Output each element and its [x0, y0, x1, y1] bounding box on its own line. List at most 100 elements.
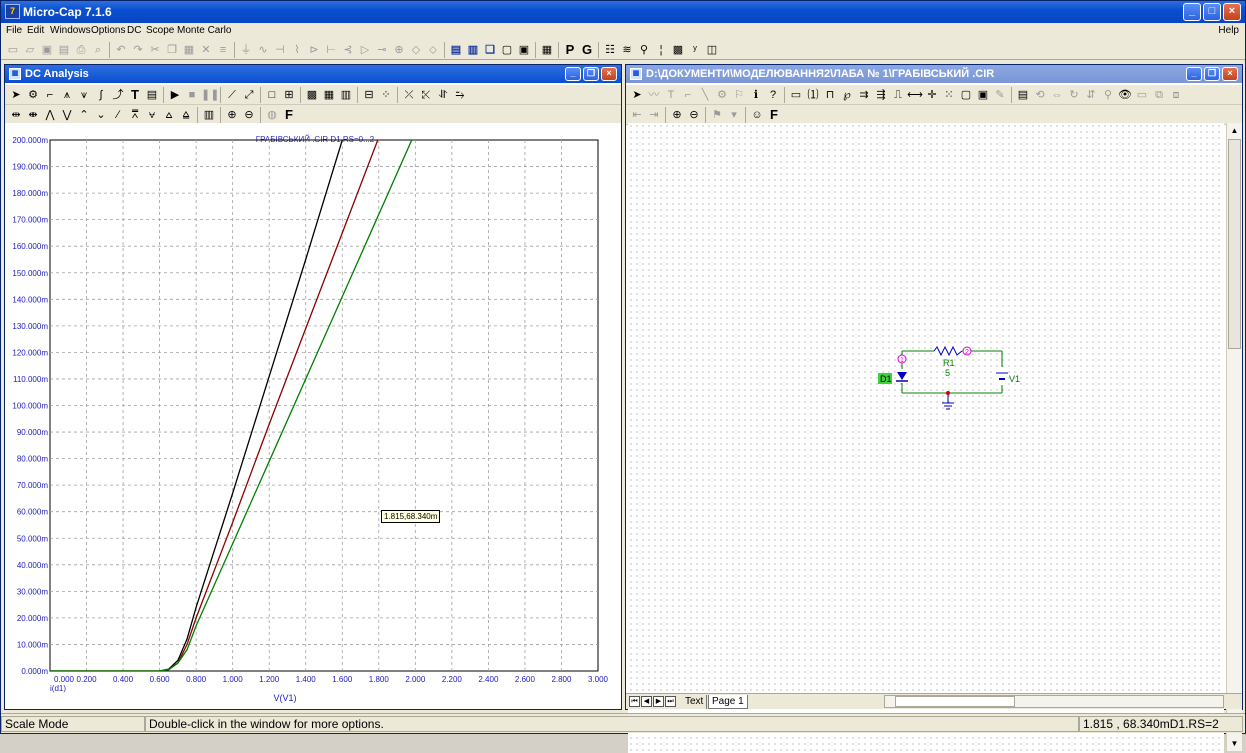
- menu-help[interactable]: Help: [1218, 25, 1239, 36]
- global-low-icon[interactable]: ⩝: [144, 107, 160, 123]
- rotate-icon[interactable]: ⟲: [1032, 87, 1048, 103]
- minimize-button[interactable]: _: [1183, 3, 1201, 21]
- slope-icon[interactable]: ∫: [93, 87, 109, 103]
- schem-close-button[interactable]: ×: [1222, 67, 1238, 81]
- node-voltages-icon[interactable]: ⎍: [890, 87, 906, 103]
- find-icon[interactable]: ⚲: [1100, 87, 1116, 103]
- tab-text[interactable]: Text: [682, 695, 708, 709]
- fill3-icon[interactable]: ▥: [338, 87, 354, 103]
- scroll-thumb[interactable]: [1228, 139, 1241, 349]
- dc-chart[interactable]: 0.000 0.200 0.400 0.600 0.800 1.000 1.200 1.400…: [5, 123, 621, 709]
- low-icon[interactable]: ⌄: [93, 107, 109, 123]
- properties-icon[interactable]: ▤: [144, 87, 160, 103]
- hscroll-thumb[interactable]: [895, 696, 1015, 707]
- diode-icon[interactable]: ⊳: [306, 42, 322, 58]
- schem-zoom-in-icon[interactable]: ⊕: [669, 107, 685, 123]
- calculator-icon[interactable]: ▦: [539, 42, 555, 58]
- point-tag-icon[interactable]: ⥯: [435, 87, 451, 103]
- toolbar-g-button[interactable]: G: [579, 42, 595, 58]
- waveform-icon[interactable]: ≋: [619, 42, 635, 58]
- current-source-icon[interactable]: ◇: [408, 42, 424, 58]
- schem-font-icon[interactable]: F: [766, 107, 782, 123]
- diagonal-wire-icon[interactable]: ╲: [697, 87, 713, 103]
- high-icon[interactable]: ⌃: [76, 107, 92, 123]
- menu-monte-carlo[interactable]: Monte Carlo: [177, 25, 231, 36]
- schematic-horizontal-scrollbar[interactable]: [884, 695, 1224, 708]
- ground-icon[interactable]: ⏚: [238, 42, 254, 58]
- select-all-icon[interactable]: ≡: [215, 42, 231, 58]
- performance-tag-icon[interactable]: ⤴: [110, 87, 126, 103]
- paste-icon[interactable]: ▦: [181, 42, 197, 58]
- menu-file[interactable]: File: [6, 25, 22, 36]
- scroll-down-icon[interactable]: ▼: [1227, 736, 1242, 751]
- scale-icon[interactable]: ⚙: [25, 87, 41, 103]
- print-icon[interactable]: ⎙: [73, 42, 89, 58]
- top-icon[interactable]: ⩟: [161, 107, 177, 123]
- new-file-icon[interactable]: ▭: [5, 42, 21, 58]
- animate-icon[interactable]: ◍: [264, 107, 280, 123]
- cross-icon[interactable]: ✛: [924, 87, 940, 103]
- run-icon[interactable]: ▶: [167, 87, 183, 103]
- probe-icon[interactable]: ⚲: [636, 42, 652, 58]
- node-numbers-icon[interactable]: ⑴: [805, 87, 821, 103]
- source-icon[interactable]: ⊕: [391, 42, 407, 58]
- window-icon[interactable]: ▢: [499, 42, 515, 58]
- prev-page-icon[interactable]: ◀: [641, 696, 652, 707]
- schem-minimize-button[interactable]: _: [1186, 67, 1202, 81]
- tile-vertical-icon[interactable]: ▥: [465, 42, 481, 58]
- title-block-icon[interactable]: ▣: [975, 87, 991, 103]
- dc-minimize-button[interactable]: _: [565, 67, 581, 81]
- menu-scope[interactable]: Scope: [146, 25, 174, 36]
- fill2-icon[interactable]: ▦: [321, 87, 337, 103]
- text-toggle-icon[interactable]: ▭: [788, 87, 804, 103]
- wire-mode-icon[interactable]: ⟷: [907, 87, 923, 103]
- fill-icon[interactable]: ▩: [304, 87, 320, 103]
- zoom-in-icon[interactable]: ⊕: [224, 107, 240, 123]
- first-page-icon[interactable]: ⏮: [629, 696, 640, 707]
- graphics-icon[interactable]: ⚙: [714, 87, 730, 103]
- copy-icon[interactable]: ❐: [164, 42, 180, 58]
- cursor-right-icon[interactable]: ⇼: [25, 107, 41, 123]
- capacitor-icon[interactable]: ⊣: [272, 42, 288, 58]
- menu-options[interactable]: Options: [91, 25, 125, 36]
- zoom-out-icon[interactable]: ⊖: [241, 107, 257, 123]
- border-icon[interactable]: ▢: [958, 87, 974, 103]
- model-icon[interactable]: ʸ: [687, 42, 703, 58]
- info-pin-icon[interactable]: ℹ: [748, 87, 764, 103]
- step-icon[interactable]: ⇵: [1083, 87, 1099, 103]
- print-preview-icon[interactable]: ⌕: [90, 42, 106, 58]
- schem-text-icon[interactable]: T: [663, 87, 679, 103]
- peak-icon[interactable]: ⩚: [59, 87, 75, 103]
- grid-off-icon[interactable]: □: [264, 87, 280, 103]
- open-file-icon[interactable]: ▱: [22, 42, 38, 58]
- pause-icon[interactable]: ❚❚: [201, 87, 219, 103]
- font-icon[interactable]: F: [281, 107, 297, 123]
- shape-editor-icon[interactable]: ▩: [670, 42, 686, 58]
- edit-icon[interactable]: ✎: [992, 87, 1008, 103]
- schematic-canvas[interactable]: R1 5 1 2 D1 V1: [628, 123, 1224, 753]
- push-icon[interactable]: ⧉: [1151, 87, 1167, 103]
- attribute-text-icon[interactable]: ℘: [839, 87, 855, 103]
- wire-icon[interactable]: 〰: [646, 87, 662, 103]
- page-next-icon[interactable]: ⇥: [646, 107, 662, 123]
- last-page-icon[interactable]: ⏭: [665, 696, 676, 707]
- tokens-icon[interactable]: ⊟: [361, 87, 377, 103]
- text-tool-icon[interactable]: T: [127, 87, 143, 103]
- undo-icon[interactable]: ↶: [113, 42, 129, 58]
- data-points-icon[interactable]: ⁘: [378, 87, 394, 103]
- vertical-tag-icon[interactable]: ⤪: [418, 87, 434, 103]
- tile-horizontal-icon[interactable]: ▤: [448, 42, 464, 58]
- cut-icon[interactable]: ✂: [147, 42, 163, 58]
- unit-icon[interactable]: ⥲: [452, 87, 468, 103]
- stop-icon[interactable]: ■: [184, 87, 200, 103]
- redo-icon[interactable]: ↷: [130, 42, 146, 58]
- cascade-icon[interactable]: ❏: [482, 42, 498, 58]
- inductor-icon[interactable]: ⌇: [289, 42, 305, 58]
- page-prev-icon[interactable]: ⇤: [629, 107, 645, 123]
- pin-connections-icon[interactable]: ⊓: [822, 87, 838, 103]
- inflection-icon[interactable]: ∕: [110, 107, 126, 123]
- schem-select-icon[interactable]: ➤: [629, 87, 645, 103]
- linear-scale-icon[interactable]: ⟋: [224, 87, 240, 103]
- schem-zoom-out-icon[interactable]: ⊖: [686, 107, 702, 123]
- help-icon[interactable]: ?: [765, 87, 781, 103]
